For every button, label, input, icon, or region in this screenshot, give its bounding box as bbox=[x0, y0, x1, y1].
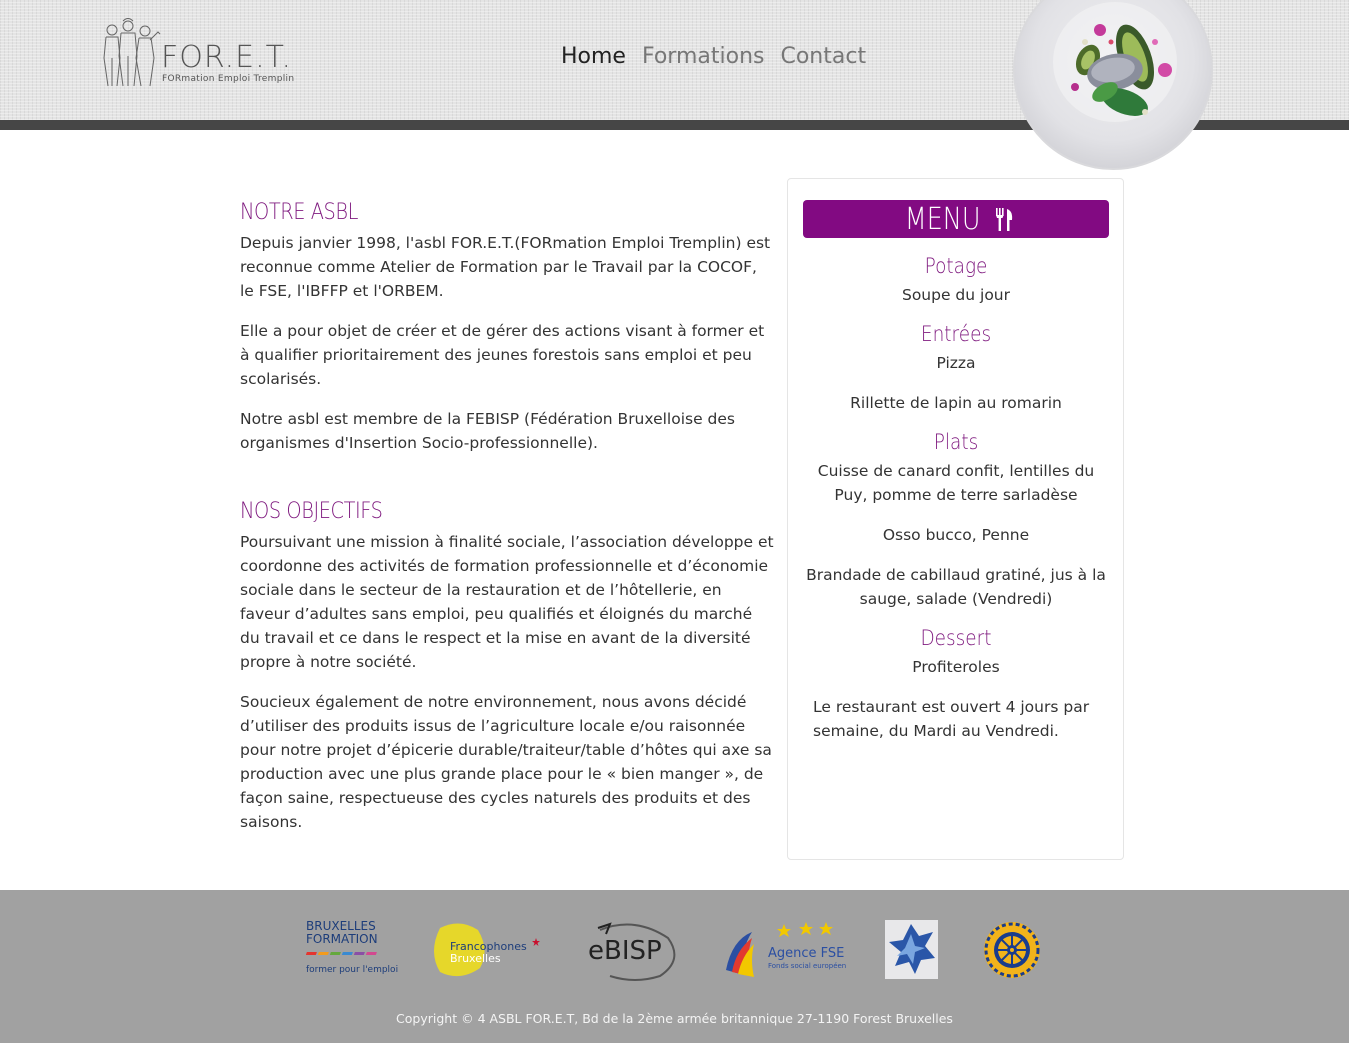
menu-category-title: Entrées bbox=[920, 322, 992, 346]
fork-knife-icon bbox=[995, 208, 1012, 231]
opening-hours-note: Le restaurant est ouvert 4 jours par sem… bbox=[813, 698, 1090, 740]
menu-dish: Rillette de lapin au romarin bbox=[850, 394, 1062, 412]
blue-cross-logo[interactable] bbox=[885, 920, 938, 979]
rotary-logo[interactable] bbox=[982, 920, 1043, 980]
menu-dish: Pizza bbox=[936, 354, 976, 372]
main-nav: Home Formations Contact bbox=[561, 44, 866, 69]
fse-line2: Fonds social européen bbox=[768, 962, 847, 970]
plated-dish-illustration bbox=[1053, 2, 1177, 122]
nav-formations[interactable]: Formations bbox=[642, 44, 765, 69]
menu-dish: Osso bucco, Penne bbox=[882, 526, 1030, 544]
bruxelles-formation-logo[interactable]: BRUXELLES FORMATION former pour l'emploi bbox=[305, 920, 399, 980]
paragraph: Depuis janvier 1998, l'asbl FOR.E.T.(FOR… bbox=[240, 234, 771, 300]
menu-header: MENU bbox=[803, 200, 1109, 238]
menu-sidebar: MENU Potage Soupe du jour Entrées Pizza … bbox=[787, 178, 1124, 860]
paragraph: Soucieux également de notre environnemen… bbox=[240, 693, 772, 831]
section-title-nos-objectifs: NOS OBJECTIFS bbox=[240, 499, 383, 524]
rotary-wheel-icon bbox=[984, 922, 1040, 978]
menu-category-title: Potage bbox=[924, 254, 988, 278]
menu-category-title: Plats bbox=[933, 430, 979, 454]
menu-list: Potage Soupe du jour Entrées Pizza Rille… bbox=[803, 251, 1109, 743]
copyright-text: Copyright © 4 ASBL FOR.E.T, Bd de la 2èm… bbox=[396, 1011, 953, 1026]
chefs-silhouette-icon bbox=[103, 18, 161, 87]
paragraph: Elle a pour objet de créer et de gérer d… bbox=[240, 322, 765, 388]
paragraph: Notre asbl est membre de la FEBISP (Fédé… bbox=[240, 410, 736, 452]
nav-home[interactable]: Home bbox=[561, 44, 626, 69]
menu-dish: Cuisse de canard confit, lentilles du Pu… bbox=[817, 462, 1095, 504]
menu-dish: Brandade de cabillaud gratiné, jus à la … bbox=[806, 566, 1106, 608]
main-content: NOTRE ASBL Depuis janvier 1998, l'asbl F… bbox=[240, 200, 775, 834]
menu-title: MENU bbox=[905, 201, 981, 237]
bf-line2: FORMATION bbox=[306, 932, 378, 946]
blue-cross-icon bbox=[889, 924, 935, 974]
color-stripes-icon bbox=[305, 952, 377, 955]
section-notre-asbl: NOTRE ASBL Depuis janvier 1998, l'asbl F… bbox=[240, 200, 775, 455]
dish-plate-image bbox=[1013, 0, 1213, 170]
red-star-icon bbox=[532, 938, 540, 946]
section-nos-objectifs: NOS OBJECTIFS Poursuivant une mission à … bbox=[240, 499, 775, 834]
febisp-text: eBISP bbox=[588, 936, 662, 966]
logo-subtitle: FORmation Emploi Tremplin bbox=[162, 74, 295, 84]
section-title-notre-asbl: NOTRE ASBL bbox=[240, 200, 358, 225]
francophones-line2: Bruxelles bbox=[450, 952, 501, 965]
site-logo[interactable]: FOR.E.T. FORmation Emploi Tremplin bbox=[100, 18, 310, 90]
logo-title: FOR.E.T. bbox=[161, 40, 292, 75]
site-footer: BRUXELLES FORMATION former pour l'emploi… bbox=[0, 890, 1349, 1043]
nav-contact[interactable]: Contact bbox=[780, 44, 866, 69]
bf-tagline: former pour l'emploi bbox=[306, 965, 399, 975]
menu-category-title: Dessert bbox=[920, 626, 992, 650]
agence-fse-logo[interactable]: Agence FSE Fonds social européen bbox=[722, 920, 846, 980]
paragraph: Poursuivant une mission à finalité socia… bbox=[240, 533, 774, 671]
francophones-bruxelles-logo[interactable]: Francophones Bruxelles bbox=[430, 920, 540, 980]
febisp-logo[interactable]: eBISP bbox=[580, 920, 680, 982]
fse-line1: Agence FSE bbox=[768, 946, 845, 961]
menu-dish: Soupe du jour bbox=[901, 286, 1011, 304]
menu-dish: Profiteroles bbox=[912, 658, 1000, 676]
